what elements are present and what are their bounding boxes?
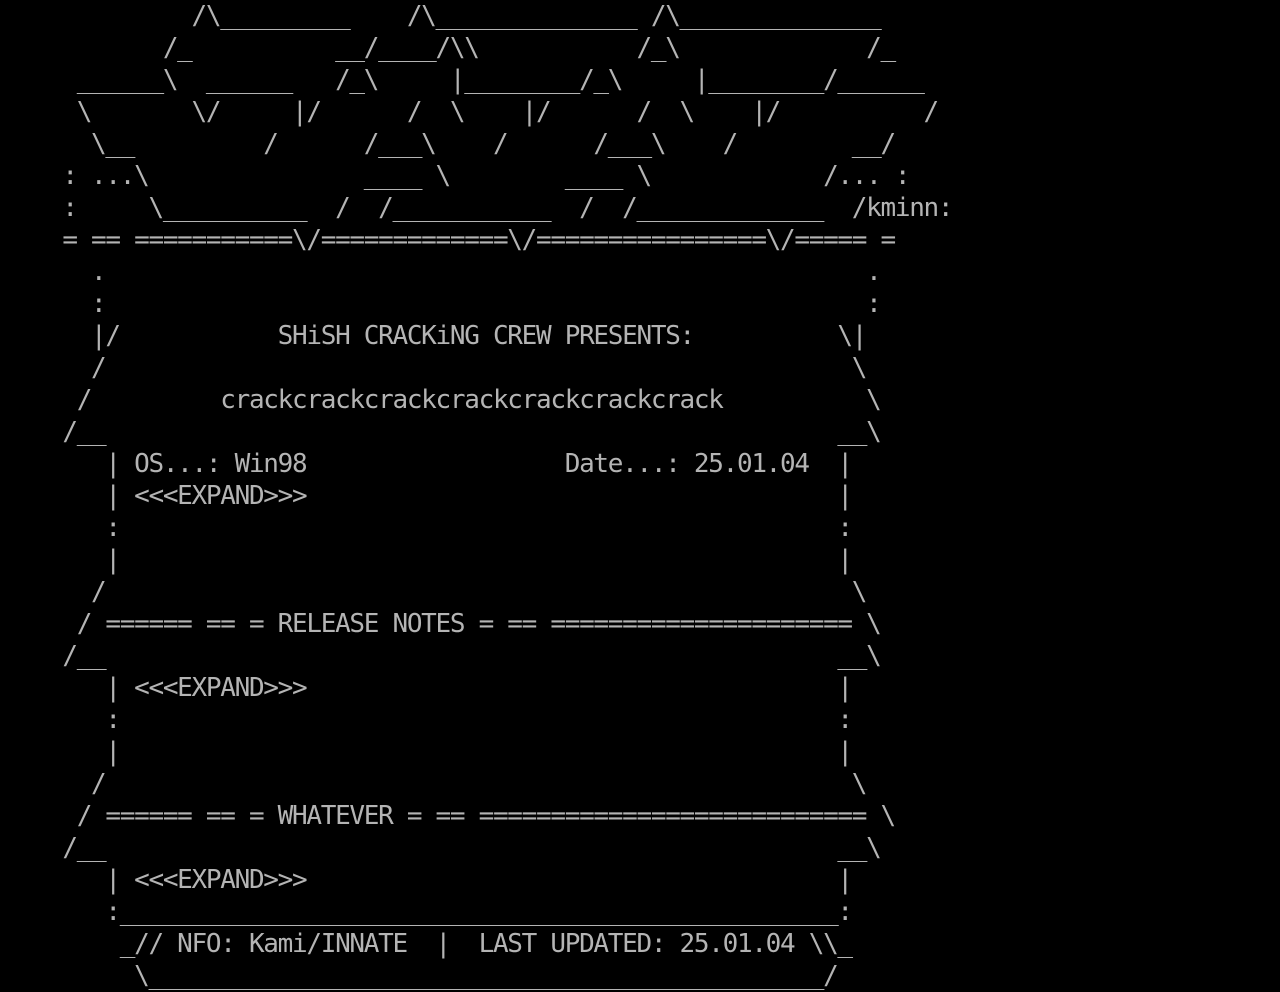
nfo-line-9: . . xyxy=(48,257,882,287)
nfo-line-16: | <<<EXPAND>>> | xyxy=(48,481,853,511)
nfo-viewer-screen: /\_________ /\______________ /\_________… xyxy=(0,0,1280,992)
nfo-line-11: |/ SHiSH CRACKiNG CREW PRESENTS: \| xyxy=(48,321,867,351)
nfo-line-8: = == ===========\/=============\/=======… xyxy=(48,225,896,255)
nfo-line-6: : ...\ ____ \ ____ \ /... : xyxy=(48,161,910,191)
nfo-line-20: / ====== == = RELEASE NOTES = == =======… xyxy=(48,609,882,639)
nfo-line-24: | | xyxy=(48,737,853,767)
nfo-line-4: \ \/ |/ / \ |/ / \ |/ / xyxy=(48,97,940,127)
nfo-line-17: : : xyxy=(48,513,853,543)
nfo-line-13: / crackcrackcrackcrackcrackcrackcrack \ xyxy=(48,385,882,415)
nfo-line-29: :_______________________________________… xyxy=(48,897,853,927)
nfo-line-30: _// NFO: Kami/INNATE | LAST UPDATED: 25.… xyxy=(48,929,853,959)
nfo-line-28: | <<<EXPAND>>> | xyxy=(48,865,853,895)
nfo-ascii-art: /\_________ /\______________ /\_________… xyxy=(48,0,1272,992)
nfo-line-22: | <<<EXPAND>>> | xyxy=(48,673,853,703)
nfo-line-31: \_______________________________________… xyxy=(48,961,839,991)
nfo-line-3: ______\ ______ /_\ |________/_\ |_______… xyxy=(48,65,925,95)
nfo-line-15: | OS...: Win98 Date...: 25.01.04 | xyxy=(48,449,853,479)
nfo-line-18: | | xyxy=(48,545,853,575)
nfo-line-1: /\_________ /\______________ /\_________… xyxy=(48,1,882,31)
nfo-line-25: / \ xyxy=(48,769,867,799)
nfo-line-19: / \ xyxy=(48,577,867,607)
nfo-line-21: /__ __\ xyxy=(48,641,881,671)
nfo-line-27: /__ __\ xyxy=(48,833,881,863)
nfo-line-5: \__ / /___\ / /___\ / __/ xyxy=(48,129,896,159)
nfo-line-7: : \__________ / /___________ / /________… xyxy=(48,193,953,223)
nfo-line-12: / \ xyxy=(48,353,867,383)
nfo-line-23: : : xyxy=(48,705,853,735)
nfo-line-10: : : xyxy=(48,289,882,319)
nfo-line-2: /_ __/____/\\ /_\ /_ xyxy=(48,33,896,63)
nfo-line-26: / ====== == = WHATEVER = == ============… xyxy=(48,801,896,831)
nfo-line-14: /__ __\ xyxy=(48,417,881,447)
